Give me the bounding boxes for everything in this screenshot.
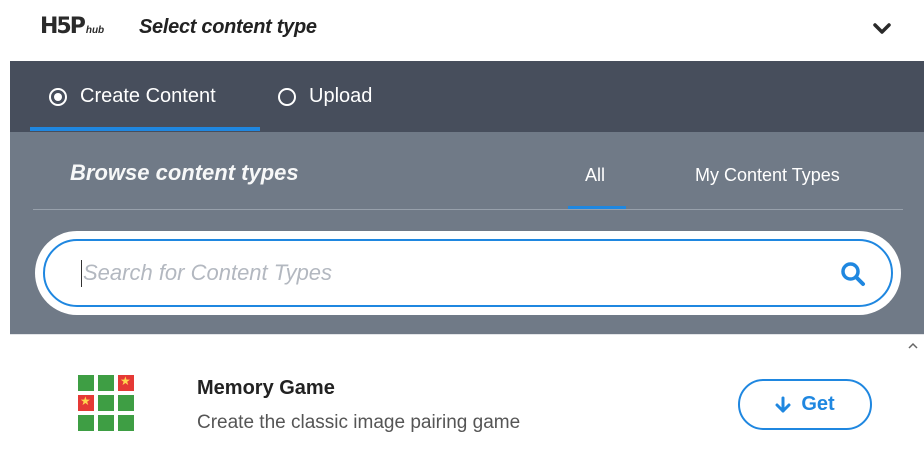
chevron-down-icon[interactable] bbox=[871, 20, 893, 38]
search-box bbox=[35, 231, 901, 315]
browse-title: Browse content types bbox=[70, 160, 299, 185]
active-tab-indicator bbox=[30, 127, 260, 131]
search-input[interactable] bbox=[43, 239, 893, 307]
browse-panel: Browse content types All My Content Type… bbox=[10, 132, 924, 334]
get-button-label: Get bbox=[801, 393, 835, 415]
search-icon[interactable] bbox=[840, 261, 866, 287]
text-caret bbox=[81, 260, 82, 287]
get-button[interactable]: Get bbox=[738, 379, 872, 430]
hub-header[interactable]: H5P hub Select content type bbox=[0, 0, 924, 61]
memory-game-icon bbox=[78, 374, 136, 433]
page-title: Select content type bbox=[139, 16, 317, 38]
content-type-description: Create the classic image pairing game bbox=[197, 412, 521, 433]
logo-subtext: hub bbox=[85, 25, 105, 36]
download-arrow-icon bbox=[775, 396, 791, 412]
tab-label: Upload bbox=[309, 85, 373, 107]
h5p-hub-logo: H5P hub bbox=[40, 15, 104, 39]
tab-create-content[interactable]: Create Content bbox=[49, 61, 216, 132]
tab-bar: Create Content Upload bbox=[10, 61, 924, 132]
radio-unchecked-icon bbox=[278, 87, 296, 106]
divider bbox=[33, 209, 903, 210]
logo-text: H5P bbox=[40, 14, 86, 39]
scroll-up-icon[interactable] bbox=[907, 341, 919, 351]
tab-label: Create Content bbox=[80, 85, 216, 107]
content-type-name[interactable]: Memory Game bbox=[197, 377, 335, 400]
content-type-list: Memory Game Create the classic image pai… bbox=[10, 334, 924, 455]
radio-checked-icon bbox=[49, 87, 67, 106]
filter-my-content-types[interactable]: My Content Types bbox=[695, 165, 840, 186]
filter-all[interactable]: All bbox=[585, 165, 605, 186]
tab-upload[interactable]: Upload bbox=[278, 61, 372, 132]
